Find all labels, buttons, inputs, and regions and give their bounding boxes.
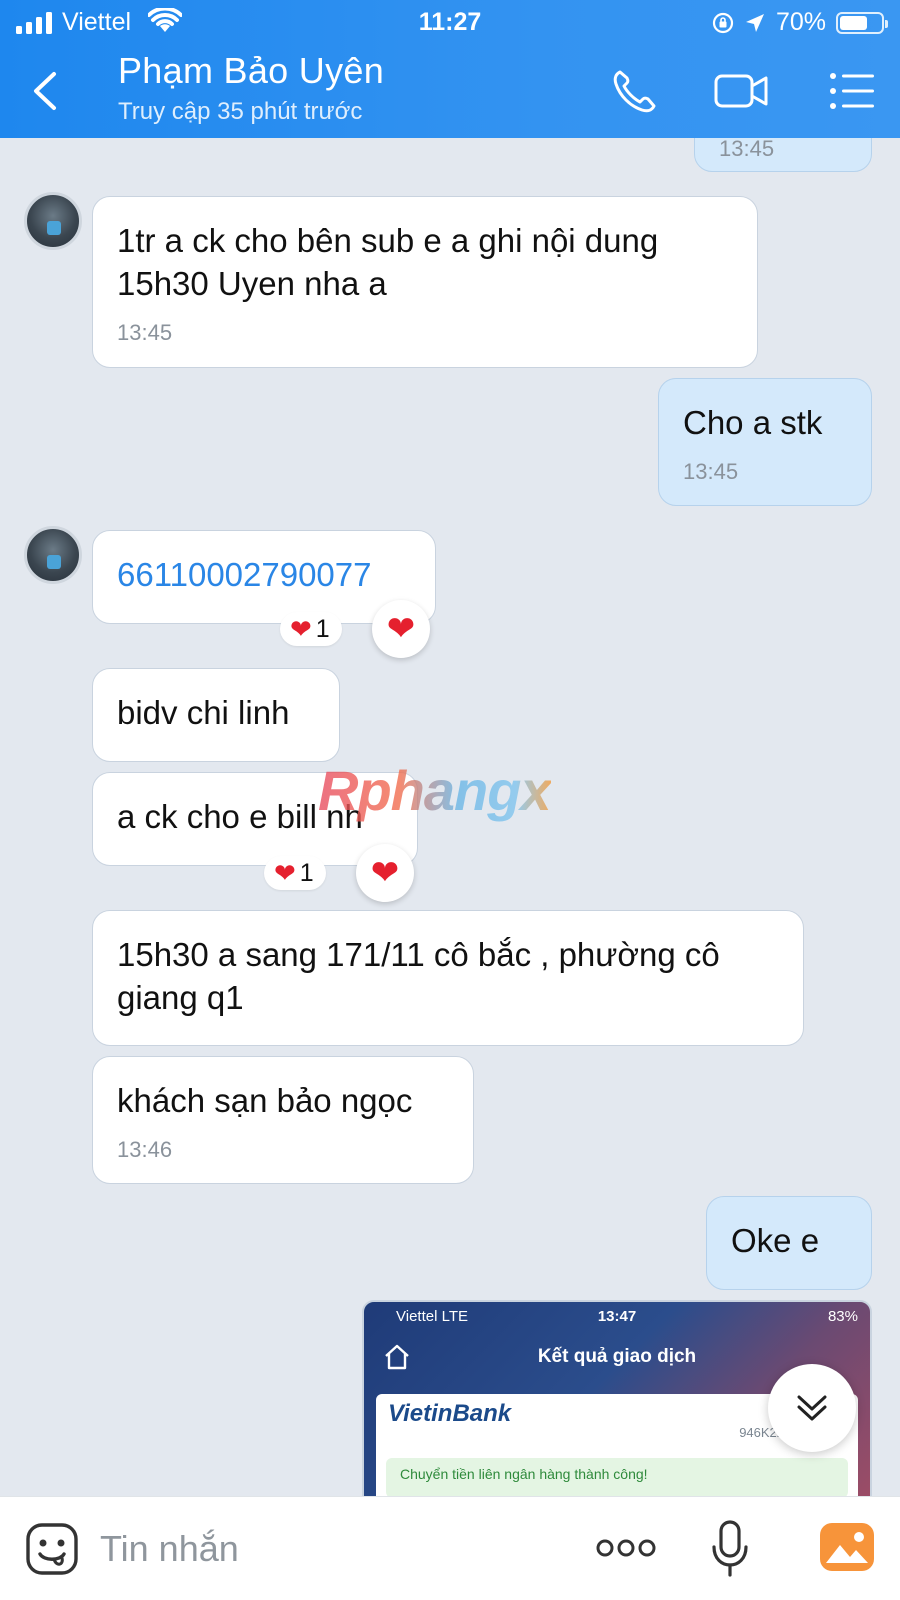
battery-fill	[840, 15, 867, 30]
message-bubble-incoming[interactable]: khách sạn bảo ngọc 13:46	[92, 1056, 474, 1184]
microphone-icon[interactable]	[710, 1519, 750, 1579]
back-button[interactable]	[26, 66, 66, 116]
phone-icon[interactable]	[610, 68, 658, 114]
heart-icon: ❤	[370, 854, 400, 892]
message-bubble-incoming[interactable]: bidv chi linh	[92, 668, 340, 762]
message-text: khách sạn bảo ngọc	[117, 1082, 413, 1119]
image-gallery-icon[interactable]	[818, 1519, 876, 1575]
account-number-link[interactable]: 66110002790077	[117, 531, 411, 596]
message-bubble-outgoing[interactable]: Cho a stk 13:45	[658, 378, 872, 506]
status-right: 70%	[712, 8, 888, 37]
message-bubble-incoming[interactable]: 15h30 a sang 171/11 cô bắc , phường cô g…	[92, 910, 804, 1046]
location-arrow-icon	[745, 13, 764, 32]
react-heart-button[interactable]: ❤	[372, 600, 430, 658]
contact-last-seen: Truy cập 35 phút trước	[118, 98, 363, 125]
reaction-count: 1	[315, 614, 330, 643]
contact-name[interactable]: Phạm Bảo Uyên	[118, 50, 384, 92]
message-text: 1tr a ck cho bên sub e a ghi nội dung 15…	[117, 222, 659, 302]
more-dots-icon[interactable]	[596, 1533, 656, 1563]
reaction-summary[interactable]: ❤ 1	[280, 612, 342, 646]
message-bubble-incoming[interactable]: 1tr a ck cho bên sub e a ghi nội dung 15…	[92, 196, 758, 368]
message-time: 13:45	[683, 459, 739, 484]
attachment-status-bar: Viettel LTE 13:47 83%	[364, 1308, 870, 1332]
message-text: Cho a stk	[683, 404, 823, 441]
battery-percent: 70%	[775, 8, 826, 36]
bank-logo: VietinBank	[388, 1400, 512, 1427]
attachment-battery: 83%	[827, 1308, 858, 1325]
attachment-time: 13:47	[597, 1308, 637, 1325]
chevron-double-down-icon	[797, 1395, 827, 1421]
heart-icon: ❤	[274, 858, 296, 888]
message-time: 13:45	[117, 320, 173, 345]
chat-header: Viettel 11:27 70% Phạm Bảo Uyên Truy cập…	[0, 0, 900, 138]
reaction-summary[interactable]: ❤ 1	[264, 856, 326, 890]
react-heart-button[interactable]: ❤	[356, 844, 414, 902]
heart-icon: ❤	[386, 610, 416, 648]
heart-icon: ❤	[290, 614, 312, 644]
scroll-to-bottom-button[interactable]	[768, 1364, 856, 1452]
message-input[interactable]	[100, 1519, 560, 1579]
watermark: Rphangx	[318, 759, 552, 822]
list-menu-icon[interactable]	[828, 68, 876, 114]
message-text: bidv chi linh	[117, 694, 290, 731]
message-time: 13:45	[719, 138, 775, 161]
attachment-success-banner: Chuyển tiền liên ngân hàng thành công!	[386, 1458, 848, 1496]
video-camera-icon[interactable]	[714, 68, 770, 114]
message-bubble-outgoing[interactable]: Oke e	[706, 1196, 872, 1290]
status-bar: Viettel 11:27 70%	[0, 0, 900, 46]
message-bubble-outgoing[interactable]: 13:45	[694, 138, 872, 172]
message-text: 15h30 a sang 171/11 cô bắc , phường cô g…	[117, 936, 720, 1016]
message-text: Oke e	[731, 1222, 820, 1259]
avatar[interactable]	[24, 526, 82, 584]
battery-icon	[836, 11, 888, 34]
message-time: 13:46	[117, 1137, 173, 1162]
reaction-count: 1	[299, 858, 314, 887]
attachment-title: Kết quả giao dịch	[537, 1346, 697, 1367]
emoji-icon[interactable]	[24, 1521, 80, 1577]
message-composer	[0, 1496, 900, 1600]
avatar[interactable]	[24, 192, 82, 250]
message-list[interactable]: 13:45 1tr a ck cho bên sub e a ghi nội d…	[0, 138, 900, 1496]
rotation-lock-icon	[712, 12, 734, 33]
